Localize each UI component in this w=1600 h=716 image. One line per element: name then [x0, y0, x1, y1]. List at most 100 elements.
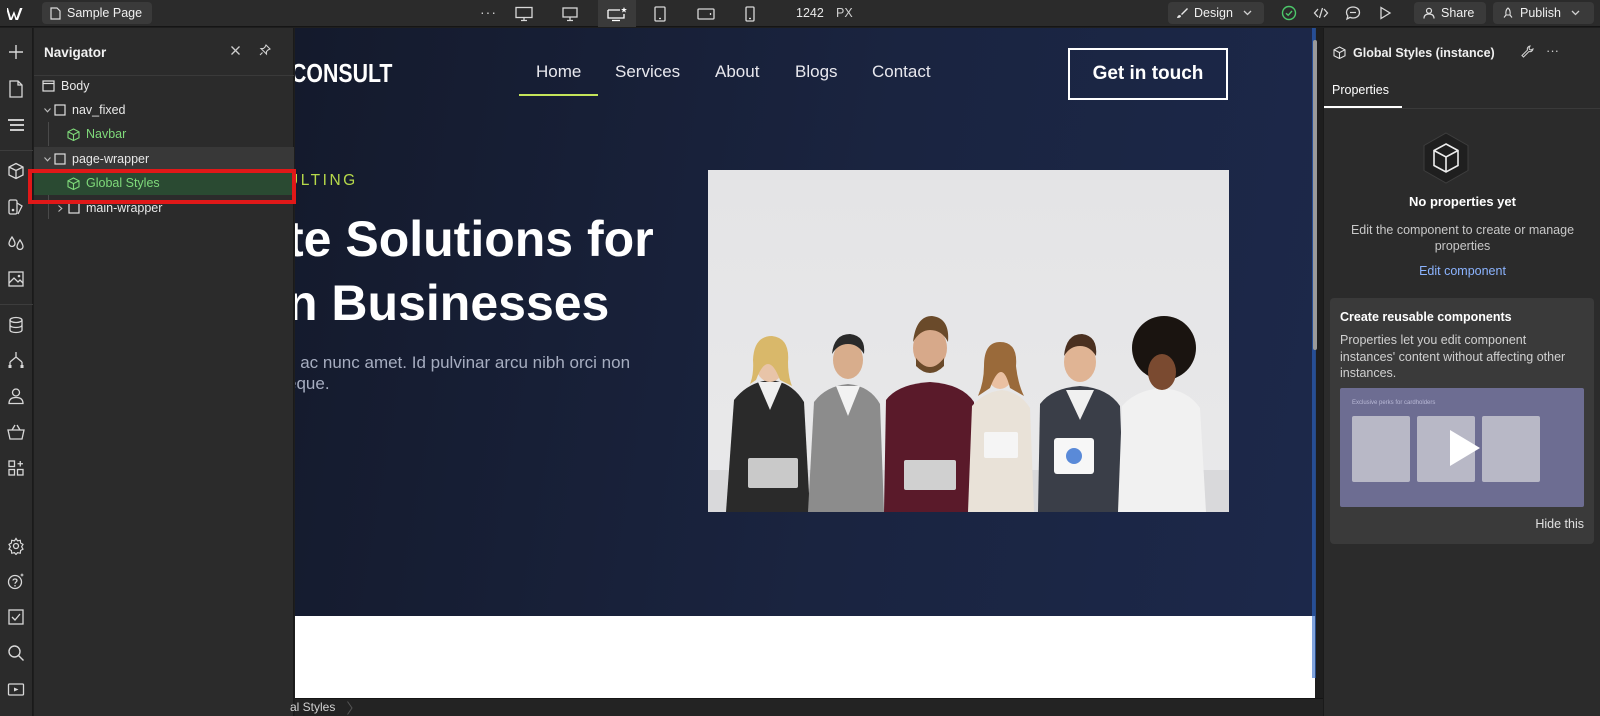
tab-properties[interactable]: Properties [1332, 83, 1389, 97]
nav-link-home[interactable]: Home [536, 62, 581, 82]
design-mode-button[interactable]: Design [1168, 2, 1264, 24]
site-logo[interactable]: CONSULT [295, 58, 392, 89]
base-breakpoint-star-icon [607, 6, 627, 21]
publish-status-check-icon[interactable] [1281, 5, 1297, 21]
users-icon[interactable] [6, 386, 26, 406]
nav-link-about[interactable]: About [715, 62, 759, 82]
team-photo[interactable] [708, 170, 1229, 512]
tree-item-body[interactable]: Body [34, 74, 294, 98]
hero-heading-line-1: te Solutions for [295, 211, 654, 267]
get-in-touch-button[interactable]: Get in touch [1068, 48, 1228, 100]
apps-icon[interactable] [6, 458, 26, 478]
webflow-logo-icon[interactable] [7, 5, 25, 21]
canvas-scrollbar[interactable] [1313, 40, 1317, 350]
nav-link-services[interactable]: Services [615, 62, 680, 82]
breadcrumb-item[interactable]: al Styles [290, 700, 335, 714]
breakpoint-tablet-button[interactable] [644, 0, 676, 27]
chevron-down-icon[interactable] [44, 156, 54, 162]
body-element-icon [42, 80, 55, 92]
tree-item-page-wrapper[interactable]: page-wrapper [34, 147, 294, 171]
breakpoint-large-desktop-button[interactable] [508, 0, 540, 27]
cms-icon[interactable] [6, 315, 26, 335]
panel-title: Global Styles (instance) [1353, 46, 1495, 60]
publish-label: Publish [1520, 6, 1561, 20]
tip-card-title: Create reusable components [1340, 310, 1512, 324]
canvas-width-value[interactable]: 1242 [796, 6, 824, 20]
ecommerce-icon[interactable] [6, 422, 26, 442]
chevron-down-icon [1571, 10, 1580, 16]
page-selector-button[interactable]: Sample Page [42, 2, 153, 24]
top-toolbar: Sample Page ··· 1242 PX Design Share Pub… [0, 0, 1600, 27]
components-icon[interactable] [6, 161, 26, 181]
empty-state-description: Edit the component to create or manage p… [1350, 223, 1575, 253]
component-icon [67, 127, 80, 141]
add-icon[interactable] [6, 42, 26, 62]
tip-card-description: Properties let you edit component instan… [1340, 333, 1566, 380]
breadcrumb-bar: al Styles [290, 698, 1323, 716]
play-icon[interactable] [1450, 430, 1480, 466]
search-icon[interactable] [6, 643, 26, 663]
variables-icon[interactable] [6, 197, 26, 217]
hero-paragraph-line-2: eque. [295, 374, 330, 393]
tree-item-label: Body [61, 79, 90, 93]
breakpoint-mobile-portrait-button[interactable] [734, 0, 766, 27]
chevron-right-icon [346, 701, 353, 715]
tutorial-video-thumbnail[interactable]: Exclusive perks for cardholders [1340, 388, 1584, 507]
canvas-width-unit: PX [836, 6, 853, 20]
share-button[interactable]: Share [1414, 2, 1486, 24]
rocket-icon [1502, 7, 1514, 19]
hero-eyebrow: ULTING [295, 172, 358, 189]
help-icon[interactable] [6, 571, 26, 591]
chevron-down-icon[interactable] [44, 107, 54, 113]
navigator-panel: Navigator Body nav_fixed Navbar page-wra… [34, 28, 294, 716]
chevron-down-icon [1243, 10, 1252, 16]
publish-button[interactable]: Publish [1493, 2, 1594, 24]
design-canvas[interactable]: CONSULT Home Services About Blogs Contac… [295, 28, 1315, 698]
tree-item-label: page-wrapper [72, 152, 150, 166]
empty-state-title: No properties yet [1409, 194, 1516, 209]
mobile-landscape-icon [697, 7, 715, 20]
nav-link-contact[interactable]: Contact [872, 62, 931, 82]
hero-section[interactable]: CONSULT Home Services About Blogs Contac… [295, 28, 1315, 616]
tree-item-nav-fixed[interactable]: nav_fixed [34, 98, 294, 122]
edit-component-link[interactable]: Edit component [1324, 264, 1600, 278]
div-block-icon [54, 153, 66, 165]
wrench-icon[interactable] [1521, 45, 1534, 58]
share-label: Share [1441, 6, 1475, 20]
empty-state-component-icon [1423, 132, 1469, 184]
active-nav-underline [519, 94, 598, 96]
nav-link-blogs[interactable]: Blogs [795, 62, 838, 82]
desktop-icon [562, 6, 578, 21]
desktop-large-icon [515, 6, 533, 21]
pages-icon[interactable] [6, 79, 26, 99]
pin-icon[interactable] [259, 44, 271, 56]
navigator-title: Navigator [44, 45, 107, 60]
div-block-icon [54, 104, 66, 116]
navigator-icon[interactable] [6, 115, 26, 135]
breakpoint-desktop-button[interactable] [554, 0, 586, 27]
comments-icon[interactable] [1345, 5, 1361, 21]
page-icon [50, 6, 61, 20]
assets-icon[interactable] [6, 269, 26, 289]
styles-icon[interactable] [6, 233, 26, 253]
more-options-icon[interactable]: ··· [1546, 43, 1559, 58]
tree-item-navbar[interactable]: Navbar [34, 122, 294, 146]
breadcrumb[interactable]: al Styles [290, 700, 353, 715]
highlight-annotation-box [28, 169, 296, 204]
chevron-right-icon[interactable] [58, 204, 68, 212]
close-icon[interactable] [230, 45, 241, 56]
preview-play-icon[interactable] [1377, 5, 1393, 21]
video-tutorial-icon[interactable] [6, 679, 26, 699]
audit-checkbox-icon[interactable] [6, 607, 26, 627]
tree-item-label: Navbar [86, 127, 127, 141]
code-icon[interactable] [1313, 5, 1329, 21]
mobile-portrait-icon [745, 5, 755, 22]
hero-paragraph-line-1: s ac nunc amet. Id pulvinar arcu nibh or… [295, 353, 631, 372]
next-section[interactable] [295, 616, 1315, 698]
more-options-icon[interactable]: ··· [480, 4, 497, 20]
settings-icon[interactable] [6, 536, 26, 556]
breakpoint-mobile-landscape-button[interactable] [690, 0, 722, 27]
hide-tip-button[interactable]: Hide this [1504, 517, 1584, 531]
logic-icon[interactable] [6, 350, 26, 370]
breakpoint-base-button[interactable] [598, 0, 636, 27]
